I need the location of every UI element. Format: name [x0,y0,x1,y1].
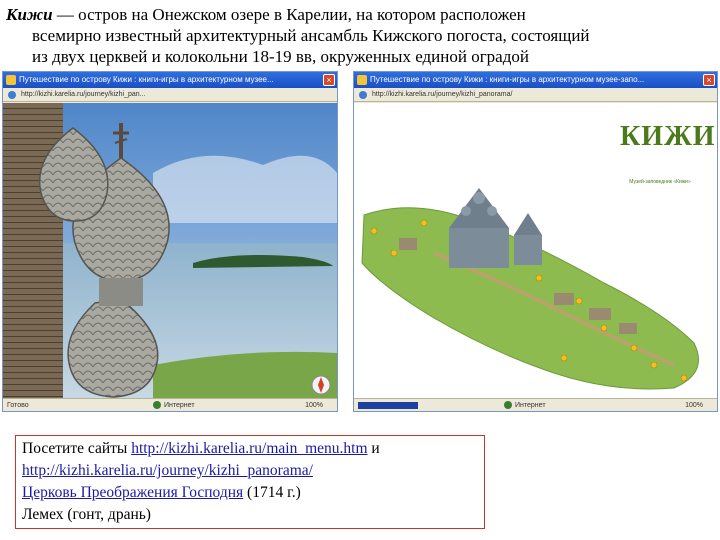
right-window-titlebar[interactable]: Путешествие по острову Кижи : книги-игры… [354,72,717,88]
kizhi-main-menu-link[interactable]: http://kizhi.karelia.ru/main_menu.htm [131,440,367,457]
churches-group [449,188,542,268]
right-address-bar[interactable]: http://kizhi.karelia.ru/journey/kizhi_pa… [354,88,717,102]
close-icon[interactable]: × [323,74,335,86]
left-address-bar[interactable]: http://kizhi.karelia.ru/journey/kizhi_pa… [3,88,337,102]
progress-bar [358,402,418,409]
intro-line-2: всемирно известный архитектурный ансамбл… [32,26,590,45]
kizhi-panorama-link[interactable]: http://kizhi.karelia.ru/journey/kizhi_pa… [22,462,313,479]
browser-app-icon [357,75,367,85]
island-map-drawing [361,188,699,390]
right-status-zone-text: Интернет [515,402,546,409]
info-line-2: http://kizhi.karelia.ru/journey/kizhi_pa… [22,460,478,482]
left-status-zone: Интернет [153,399,195,412]
intro-text: Кижи — остров на Онежском озере в Карели… [6,4,714,67]
left-address-text[interactable]: http://kizhi.karelia.ru/journey/kizhi_pa… [21,91,146,98]
right-island-map[interactable]: КИЖИ Музей-заповедник «Кижи» [354,103,717,398]
left-window-titlebar[interactable]: Путешествие по острову Кижи : книги-игры… [3,72,337,88]
page-icon [8,91,16,99]
transfiguration-church-link[interactable]: Церковь Преображения Господня [22,484,243,501]
and-conjunction: и [367,440,380,457]
left-status-text: Готово [7,402,29,409]
right-status-zone: Интернет [504,399,546,412]
browser-app-icon [6,75,16,85]
left-status-zone-text: Интернет [164,402,195,409]
globe-icon [153,401,161,410]
slide: Кижи — остров на Онежском озере в Карели… [0,0,720,540]
right-status-bar: Интернет 100% [354,398,717,411]
church-year: (1714 г.) [243,484,301,501]
left-zoom-level[interactable]: 100% [305,399,323,412]
onion-domes-photo [3,103,337,398]
globe-icon [504,401,512,410]
info-line-1: Посетите сайты http://kizhi.karelia.ru/m… [22,438,478,460]
intro-line-1-rest: — остров на Онежском озере в Карелии, на… [52,5,526,24]
intro-line-3: из двух церквей и колокольни 18-19 вв, о… [32,47,529,66]
info-box: Посетите сайты http://kizhi.karelia.ru/m… [15,435,485,529]
left-browser-window: Путешествие по острову Кижи : книги-игры… [2,71,338,412]
right-zoom-level[interactable]: 100% [685,399,703,412]
left-panorama-view[interactable] [3,103,337,398]
info-line-3: Церковь Преображения Господня (1714 г.) [22,482,478,504]
close-icon[interactable]: × [703,74,715,86]
intro-term: Кижи [6,5,53,24]
visit-prefix: Посетите сайты [22,440,132,457]
intro-line-1: Кижи — остров на Онежском озере в Карели… [6,4,714,25]
right-browser-window: Путешествие по острову Кижи : книги-игры… [353,71,718,412]
lemekh-text: Лемех (гонт, дрань) [22,506,151,523]
right-window-title: Путешествие по острову Кижи : книги-игры… [370,75,645,84]
left-window-title: Путешествие по острову Кижи : книги-игры… [19,75,274,84]
page-icon [359,91,367,99]
right-address-text[interactable]: http://kizhi.karelia.ru/journey/kizhi_pa… [372,91,512,98]
left-status-bar: Готово Интернет 100% [3,398,337,411]
